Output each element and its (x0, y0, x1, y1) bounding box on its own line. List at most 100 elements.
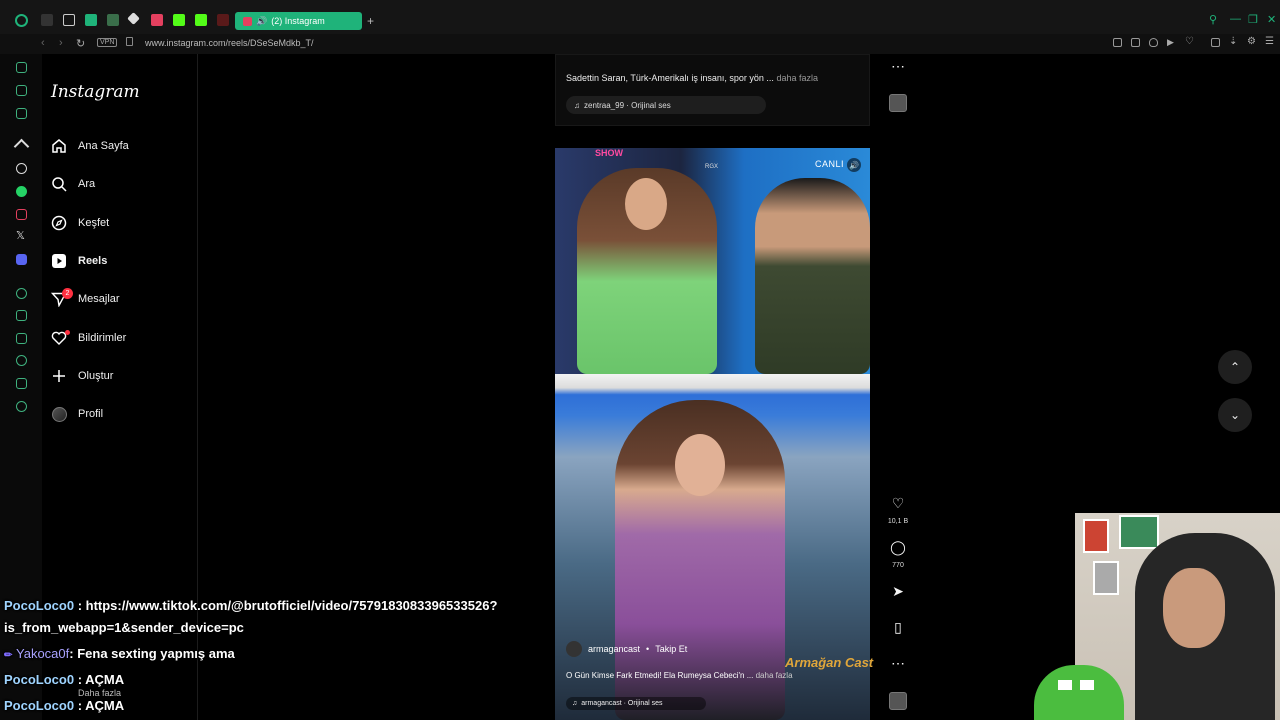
nav-home[interactable]: Ana Sayfa (50, 134, 129, 158)
nav-explore[interactable]: Keşfet (50, 211, 109, 235)
search-tabs-icon[interactable]: ⚲ (1209, 13, 1217, 26)
volume-icon[interactable]: 🔊 (847, 158, 861, 172)
tab-title: (2) Instagram (271, 16, 325, 26)
sidebar-discord-icon[interactable] (16, 254, 27, 265)
more-options-icon[interactable]: ⋯ (888, 58, 908, 75)
comment-icon[interactable]: ◯ (888, 539, 908, 556)
tab-instagram[interactable]: 🔊 (2) Instagram (235, 12, 362, 30)
person-face-shape (1163, 568, 1225, 648)
kick-tab-icon[interactable] (173, 14, 185, 26)
sidebar-extensions-icon[interactable] (16, 378, 27, 389)
chat-message: PocoLoco0 : AÇMA (4, 672, 124, 687)
nav-label: Keşfet (78, 217, 110, 229)
pinned-tab-icon[interactable] (41, 14, 53, 26)
forward-icon[interactable]: › (59, 37, 63, 49)
next-reel-button[interactable]: ⌄ (1218, 398, 1252, 432)
channel-logo: SHOW (595, 148, 623, 158)
more-options-icon[interactable]: ⋯ (888, 655, 908, 672)
kick-tab-icon[interactable] (195, 14, 207, 26)
nav-profile[interactable]: Profil (50, 402, 103, 426)
url-field[interactable]: www.instagram.com/reels/DSeSeMdkb_T/ (145, 38, 314, 48)
reel-caption[interactable]: O Gün Kimse Fark Etmedi! Ela Rumeysa Ceb… (566, 671, 793, 680)
chat-text: AÇMA (85, 698, 125, 713)
reel-video[interactable]: SHOW RGX CANLI 🔊 (555, 148, 870, 720)
separator: • (646, 644, 650, 654)
pinned-tab-icon[interactable] (151, 14, 163, 26)
sidebar-instagram-icon[interactable] (16, 209, 27, 220)
previous-reel-button[interactable]: ⌃ (1218, 350, 1252, 384)
chat-badge-icon: ✏ (4, 650, 13, 661)
pinned-tab-icon[interactable] (217, 14, 229, 26)
sidebar-pin-icon[interactable] (16, 310, 27, 321)
nav-create[interactable]: Oluştur (50, 364, 113, 388)
sidebar-settings-icon[interactable] (16, 401, 27, 412)
shield-icon[interactable] (1149, 38, 1158, 47)
reel-owner: armagancast • Takip Et (566, 641, 687, 657)
instagram-logo[interactable]: Instagram (51, 82, 140, 102)
player-icon[interactable]: ▶ (1167, 37, 1176, 47)
sidebar-chatgpt-icon[interactable] (16, 163, 27, 174)
extensions-icon[interactable] (1211, 38, 1220, 47)
audio-thumbnail[interactable] (889, 94, 907, 112)
audio-label: zentraa_99 · Orijinal ses (584, 100, 671, 110)
nav-notifications[interactable]: Bildirimler (50, 326, 126, 350)
reel-audio[interactable]: ♫ armagancast · Orijinal ses (566, 697, 706, 710)
follow-button[interactable]: Takip Et (655, 644, 687, 654)
sidebar-speed-dial-icon[interactable] (16, 288, 27, 299)
like-icon[interactable]: ♡ (888, 495, 908, 512)
sidebar-workspace-icon[interactable] (16, 108, 27, 119)
vpn-badge[interactable]: VPN (97, 38, 118, 47)
previous-reel-audio[interactable]: ♫ zentraa_99 · Orijinal ses (566, 96, 766, 114)
owner-username[interactable]: armagancast (588, 644, 640, 654)
previous-reel-caption[interactable]: Sadettin Saran, Türk-Amerikalı iş insanı… (566, 73, 818, 83)
pepe-eye-shape (1058, 680, 1072, 690)
sidebar-ai-icon[interactable] (16, 62, 27, 73)
sidebar-tabs-icon[interactable] (16, 333, 27, 344)
download-icon[interactable]: ⇣ (1229, 36, 1238, 47)
save-icon[interactable]: ▯ (888, 619, 908, 636)
sidebar-workspace-icon[interactable] (16, 85, 27, 96)
heart-icon (50, 329, 70, 347)
pepe-eye-shape (1080, 680, 1094, 690)
pinned-tab-icon[interactable] (127, 12, 140, 25)
maximize-icon[interactable]: ❐ (1248, 13, 1258, 26)
menu-icon[interactable]: ☰ (1265, 36, 1274, 47)
avatar-icon (50, 405, 68, 423)
more-link[interactable]: daha fazla (776, 73, 818, 83)
underlay-more-link[interactable]: Daha fazla (78, 688, 121, 698)
sidebar-whatsapp-icon[interactable] (16, 186, 27, 197)
person-shape (755, 178, 870, 374)
snapshot-icon[interactable] (1131, 38, 1140, 47)
speaker-icon[interactable]: 🔊 (256, 16, 267, 27)
nav-reels[interactable]: Reels (50, 249, 107, 273)
like-count[interactable]: 10,1 B (878, 518, 918, 525)
nav-messages[interactable]: 2 Mesajlar (50, 287, 120, 311)
chat-message: is_from_webapp=1&sender_device=pc (4, 620, 244, 635)
opera-logo-icon[interactable] (15, 14, 28, 27)
chat-username: PocoLoco0 (4, 698, 75, 713)
wall-poster (1083, 519, 1109, 553)
nav-search[interactable]: Ara (50, 172, 95, 196)
back-icon[interactable]: ‹ (41, 37, 45, 49)
sidebar-x-icon[interactable]: 𝕏 (16, 231, 27, 242)
comment-count[interactable]: 770 (878, 562, 918, 569)
more-link[interactable]: daha fazla (756, 671, 793, 680)
lock-icon[interactable] (126, 37, 133, 46)
reload-icon[interactable]: ↻ (76, 37, 85, 50)
channel-tag: RGX (705, 164, 719, 170)
extension-icon[interactable] (1113, 38, 1122, 47)
new-tab-button[interactable]: + (367, 14, 374, 28)
sidebar-history-icon[interactable] (16, 355, 27, 366)
heart-icon[interactable]: ♡ (1185, 36, 1194, 47)
pinned-tab-icon[interactable] (63, 14, 75, 26)
minimize-icon[interactable]: — (1230, 13, 1241, 25)
close-icon[interactable]: ✕ (1267, 13, 1276, 26)
audio-thumbnail[interactable] (889, 692, 907, 710)
pinned-tab-icon[interactable] (107, 14, 119, 26)
share-icon[interactable]: ➤ (888, 583, 908, 600)
pinned-tab-icon[interactable] (85, 14, 97, 26)
easy-setup-icon[interactable]: ⚙ (1247, 36, 1256, 47)
chat-username: Yakoca0f (16, 646, 70, 661)
owner-avatar[interactable] (566, 641, 582, 657)
previous-reel[interactable] (555, 54, 870, 126)
